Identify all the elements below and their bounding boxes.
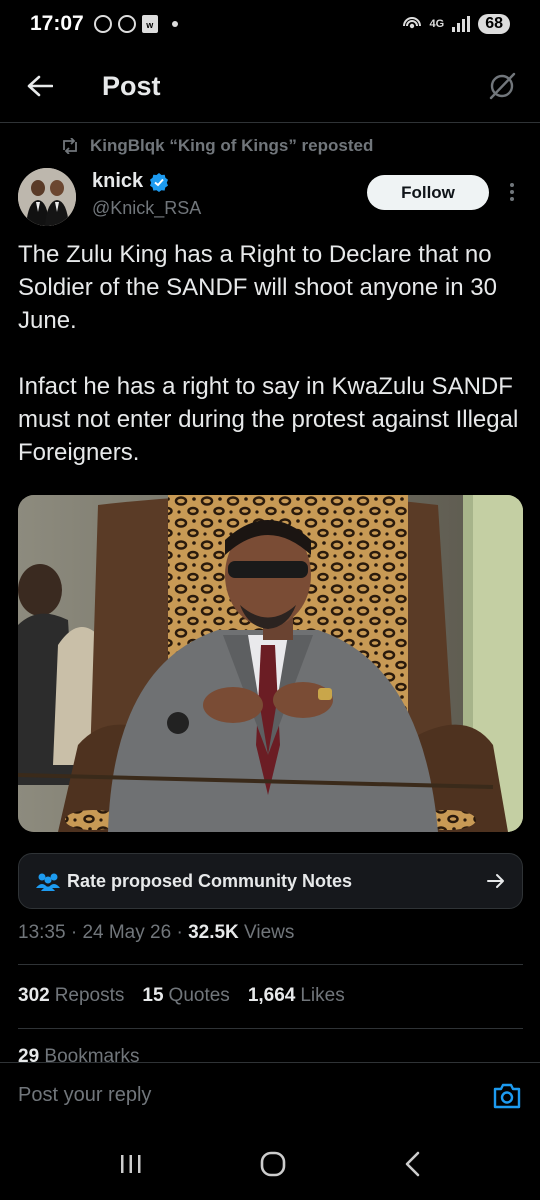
community-notes-button[interactable]: Rate proposed Community Notes xyxy=(18,853,523,909)
back-arrow-icon xyxy=(27,75,53,97)
sync-icon xyxy=(117,15,136,33)
bookmarks-stat[interactable]: 29 Bookmarks xyxy=(18,1046,139,1062)
reply-input[interactable]: Post your reply xyxy=(18,1084,151,1107)
quotes-count: 15 xyxy=(142,985,164,1006)
repost-icon xyxy=(63,138,77,154)
header-divider xyxy=(0,122,540,123)
more-dot-icon xyxy=(510,190,514,194)
home-icon[interactable] xyxy=(260,1151,286,1177)
more-options-button[interactable] xyxy=(504,180,520,204)
notification-icons: w xyxy=(93,15,178,33)
camera-icon[interactable] xyxy=(492,1082,522,1110)
tweet-paragraph: Infact he has a right to say in KwaZulu … xyxy=(18,373,519,466)
author-handle[interactable]: @Knick_RSA xyxy=(92,198,201,219)
views-label: Views xyxy=(244,922,295,943)
more-dot-icon xyxy=(510,197,514,201)
repost-text: KingBlqk “King of Kings” reposted xyxy=(90,136,374,155)
post-meta: 13:35 · 24 May 26 · 32.5K Views xyxy=(18,922,295,943)
views-count: 32.5K xyxy=(188,922,239,943)
verified-badge-icon xyxy=(150,172,169,192)
network-type: 4G xyxy=(429,18,445,30)
author-name[interactable]: knick xyxy=(92,170,169,193)
status-right: 4G 68 xyxy=(402,14,510,34)
page-title: Post xyxy=(102,70,161,101)
avatar-image xyxy=(18,168,76,226)
nav-back-icon[interactable] xyxy=(403,1151,421,1177)
engagement-stats: 302 Reposts 15 Quotes 1,664 Likes xyxy=(18,985,345,1007)
top-bar: Post xyxy=(0,58,540,114)
bookmarks-label: Bookmarks xyxy=(44,1046,140,1062)
grok-button[interactable] xyxy=(484,68,520,104)
reply-bar: Post your reply xyxy=(0,1062,540,1128)
arrow-right-icon xyxy=(487,874,504,888)
recent-apps-icon[interactable] xyxy=(119,1153,143,1175)
more-notifications-dot-icon xyxy=(171,21,178,27)
stats-divider xyxy=(18,1028,523,1029)
follow-button[interactable]: Follow xyxy=(367,175,489,210)
post-time: 13:35 xyxy=(18,922,66,943)
more-dot-icon xyxy=(510,183,514,187)
app-notification-icon: w xyxy=(141,15,158,33)
author-name-text: knick xyxy=(92,170,144,192)
reposts-label: Reposts xyxy=(54,985,125,1006)
reposts-stat[interactable]: 302 Reposts xyxy=(18,985,124,1007)
whatsapp-icon xyxy=(93,15,112,33)
likes-count: 1,664 xyxy=(247,985,296,1006)
repost-indicator[interactable]: KingBlqk “King of Kings” reposted xyxy=(60,136,373,156)
tweet-image[interactable] xyxy=(18,495,523,832)
tweet-text: The Zulu King has a Right to Declare tha… xyxy=(18,238,523,502)
community-notes-label: Rate proposed Community Notes xyxy=(67,870,353,891)
system-nav-bar xyxy=(0,1128,540,1200)
quotes-stat[interactable]: 15 Quotes xyxy=(142,985,229,1007)
post-date: 24 May 26 xyxy=(82,922,172,943)
likes-label: Likes xyxy=(300,985,345,1006)
reposts-count: 302 xyxy=(18,985,50,1006)
status-bar: 17:07 w 4G 68 xyxy=(0,0,540,48)
quotes-label: Quotes xyxy=(168,985,230,1006)
grok-icon xyxy=(489,72,516,100)
avatar[interactable] xyxy=(18,168,76,226)
status-time: 17:07 xyxy=(30,12,84,35)
community-notes-icon xyxy=(36,873,60,891)
meta-divider xyxy=(18,964,523,965)
battery-level: 68 xyxy=(478,14,510,34)
signal-icon xyxy=(452,16,471,32)
likes-stat[interactable]: 1,664 Likes xyxy=(248,985,345,1007)
hotspot-icon xyxy=(402,17,421,29)
photo-man-on-leopard-throne xyxy=(18,495,523,832)
bookmarks-count: 29 xyxy=(18,1046,40,1062)
back-button[interactable] xyxy=(20,66,60,106)
tweet-paragraph: The Zulu King has a Right to Declare tha… xyxy=(18,241,497,334)
